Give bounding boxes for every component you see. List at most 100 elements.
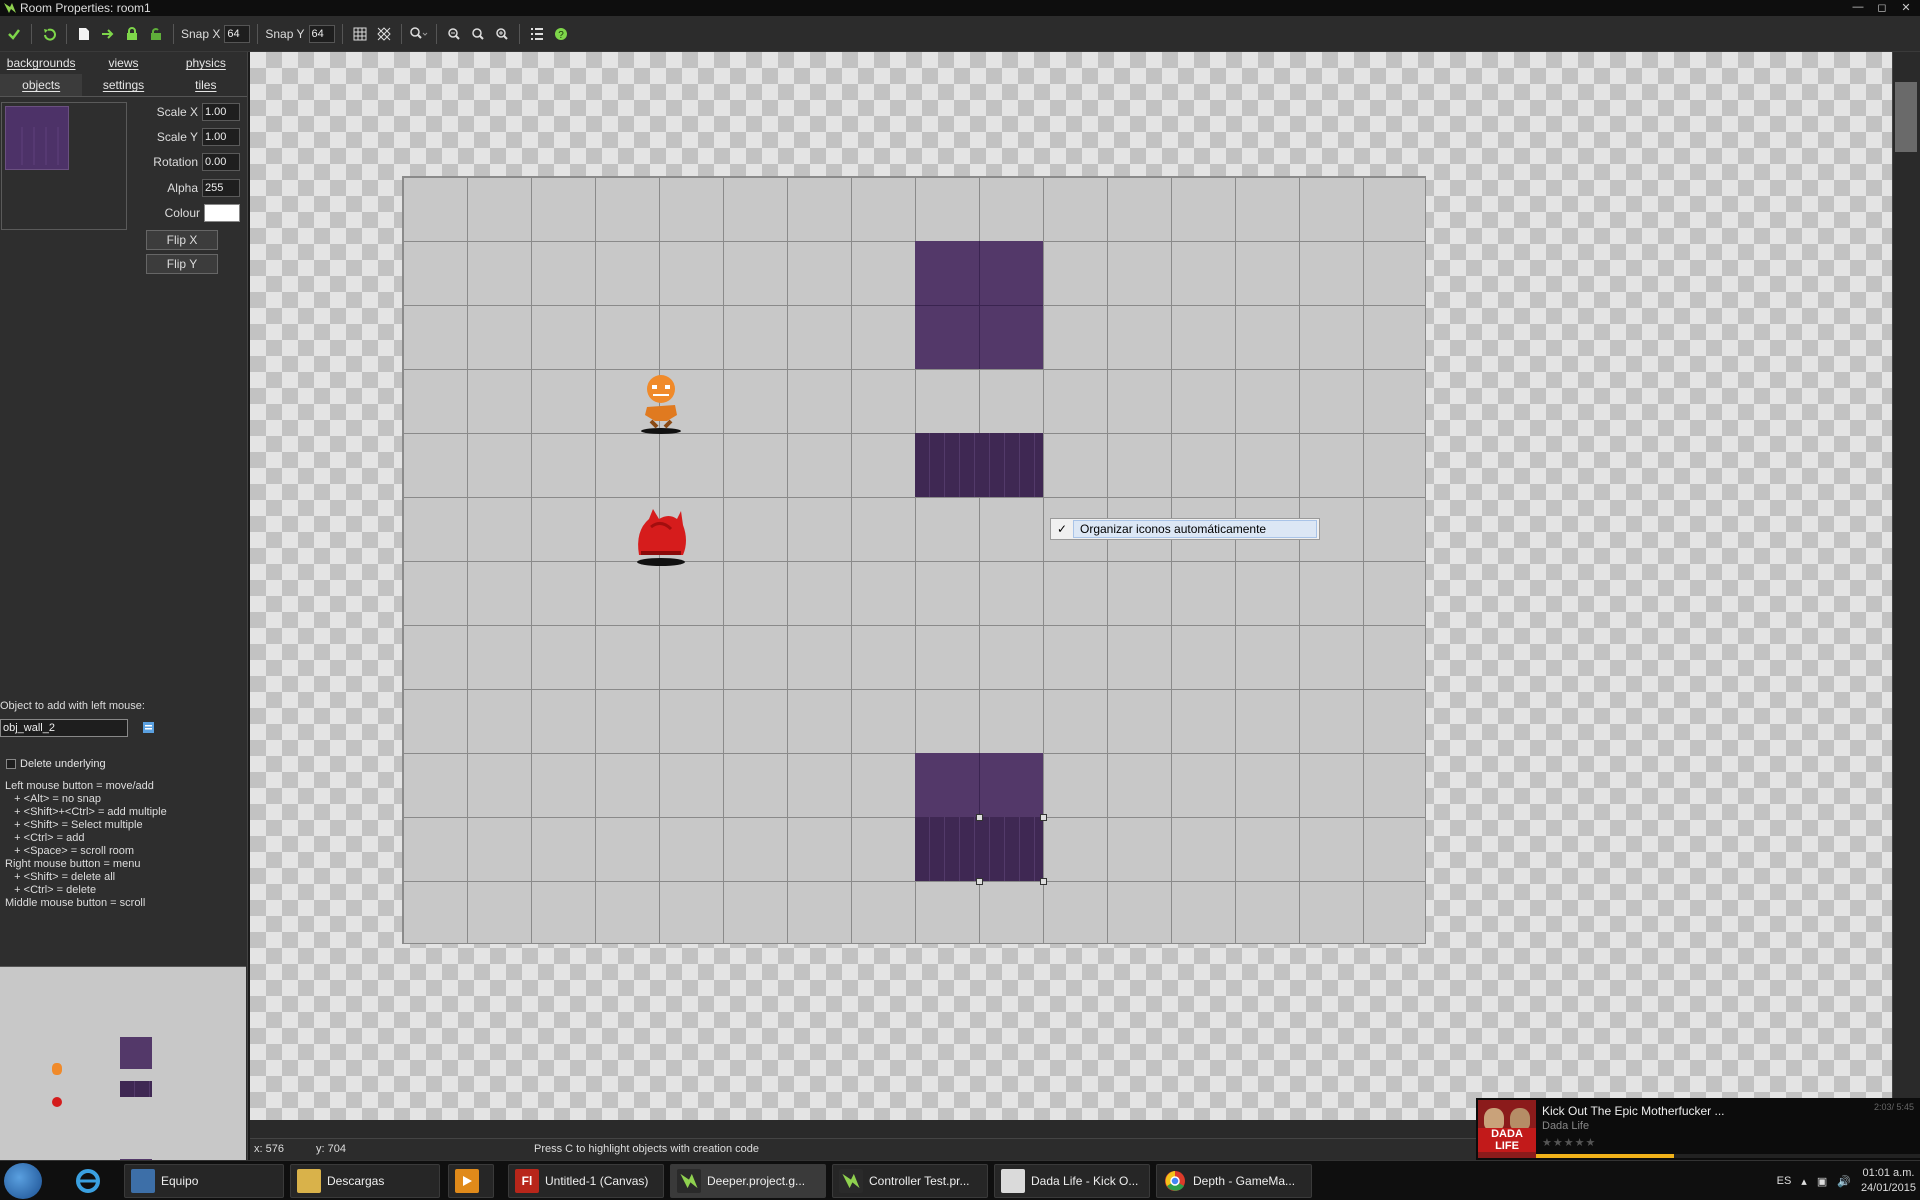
- room-minimap[interactable]: [0, 966, 246, 1191]
- maximize-button[interactable]: ◻: [1874, 0, 1890, 14]
- scale-x-label: Scale X: [156, 105, 198, 119]
- shift-instances-icon[interactable]: [98, 24, 118, 44]
- tab-settings[interactable]: settings: [82, 74, 164, 96]
- room-grid[interactable]: [402, 176, 1426, 944]
- scale-y-row: Scale Y 1.00: [130, 127, 240, 147]
- ok-check-icon[interactable]: [4, 24, 24, 44]
- scrollbar-thumb[interactable]: [1895, 82, 1917, 152]
- checkbox-box[interactable]: [6, 759, 16, 769]
- menu-item-auto-arrange[interactable]: Organizar iconos automáticamente: [1073, 520, 1317, 538]
- tray-expand-icon[interactable]: ▴: [1801, 1175, 1807, 1188]
- now-playing-widget[interactable]: DADA LIFE Kick Out The Epic Motherfucker…: [1476, 1098, 1920, 1160]
- object-selector-input[interactable]: obj_wall_2: [0, 719, 128, 737]
- minimize-button[interactable]: —: [1850, 0, 1866, 14]
- taskbar-item-chrome[interactable]: Depth - GameMa...: [1156, 1164, 1312, 1198]
- title-bar: Room Properties: room1 — ◻ ✕: [0, 0, 1920, 16]
- selection-handle[interactable]: [976, 814, 983, 821]
- colour-swatch[interactable]: [204, 204, 240, 222]
- taskbar-item-dada-life[interactable]: Dada Life - Kick O...: [994, 1164, 1150, 1198]
- enemy-sprite[interactable]: [633, 507, 689, 567]
- zoom-in-icon[interactable]: [492, 24, 512, 44]
- scale-y-input[interactable]: 1.00: [202, 128, 240, 146]
- clock[interactable]: 01:01 a.m. 24/01/2015: [1861, 1166, 1916, 1196]
- selection-handle[interactable]: [1040, 878, 1047, 885]
- zoom-out-icon[interactable]: [444, 24, 464, 44]
- tab-bar: backgrounds views physics objects settin…: [0, 52, 247, 97]
- taskbar-item-media-player[interactable]: [448, 1164, 494, 1198]
- selection-handle[interactable]: [1040, 814, 1047, 821]
- computer-icon: [131, 1169, 155, 1193]
- gamemaker-icon: [677, 1169, 701, 1193]
- zoom-dropdown-icon[interactable]: [409, 24, 429, 44]
- grid-toggle-icon[interactable]: [350, 24, 370, 44]
- minimap-wall: [120, 1081, 152, 1097]
- minimap-player: [52, 1063, 62, 1075]
- vertical-scrollbar[interactable]: [1892, 52, 1920, 1138]
- track-artist: Dada Life: [1542, 1120, 1590, 1132]
- toolbar-separator: [400, 23, 402, 44]
- scale-x-input[interactable]: 1.00: [202, 103, 240, 121]
- clock-time: 01:01 a.m.: [1862, 1167, 1915, 1179]
- snap-x-label: Snap X: [181, 26, 221, 41]
- selection-handle[interactable]: [976, 878, 983, 885]
- wall-2-instance-selected[interactable]: [915, 817, 1043, 881]
- alpha-input[interactable]: 255: [202, 179, 240, 197]
- clear-room-icon[interactable]: [74, 24, 94, 44]
- toolbar-separator: [518, 23, 520, 44]
- tab-tiles[interactable]: tiles: [165, 74, 247, 96]
- scale-y-label: Scale Y: [156, 130, 198, 144]
- snap-x-input[interactable]: 64: [224, 24, 251, 43]
- ie-icon[interactable]: [74, 1167, 102, 1195]
- language-indicator[interactable]: ES: [1777, 1175, 1792, 1187]
- instance-list-icon[interactable]: [527, 24, 547, 44]
- flip-y-button[interactable]: Flip Y: [146, 254, 218, 274]
- taskbar-item-controller-test[interactable]: Controller Test.pr...: [832, 1164, 988, 1198]
- object-browse-icon[interactable]: [141, 720, 157, 736]
- help-icon[interactable]: ?: [551, 24, 571, 44]
- wall-divider: [979, 753, 980, 817]
- help-line: + <Alt> = no snap: [5, 793, 102, 805]
- album-art-logo: DADA LIFE: [1478, 1128, 1536, 1152]
- delete-underlying-checkbox[interactable]: Delete underlying: [6, 758, 106, 770]
- minimap-enemy: [52, 1097, 62, 1107]
- network-icon[interactable]: ▣: [1817, 1175, 1827, 1188]
- rotation-row: Rotation 0.00: [130, 152, 240, 172]
- tab-physics[interactable]: physics: [165, 52, 247, 74]
- taskbar-item-deeper[interactable]: Deeper.project.g...: [670, 1164, 826, 1198]
- taskbar-item-descargas[interactable]: Descargas: [290, 1164, 440, 1198]
- close-button[interactable]: ✕: [1898, 0, 1914, 14]
- media-player-icon: [455, 1169, 479, 1193]
- tab-views[interactable]: views: [82, 52, 164, 74]
- zoom-reset-icon[interactable]: [468, 24, 488, 44]
- lock-all-icon[interactable]: [122, 24, 142, 44]
- wall-divider: [915, 305, 1043, 306]
- track-progress[interactable]: [1536, 1154, 1920, 1158]
- isometric-grid-icon[interactable]: [374, 24, 394, 44]
- track-rating[interactable]: ★★★★★: [1542, 1136, 1596, 1149]
- taskbar-item-equipo[interactable]: Equipo: [124, 1164, 284, 1198]
- taskbar-item-flash[interactable]: Fl Untitled-1 (Canvas): [508, 1164, 664, 1198]
- left-panel: backgrounds views physics objects settin…: [0, 52, 248, 1191]
- album-art: DADA LIFE: [1478, 1100, 1536, 1158]
- rotation-input[interactable]: 0.00: [202, 153, 240, 171]
- minimap-wall: [120, 1037, 152, 1069]
- wall-2-instance[interactable]: [915, 433, 1043, 497]
- help-line: Middle mouse button = scroll: [5, 897, 146, 909]
- tab-backgrounds[interactable]: backgrounds: [0, 52, 82, 74]
- alpha-label: Alpha: [167, 181, 198, 195]
- taskbar-item-label: Depth - GameMa...: [1193, 1174, 1296, 1188]
- snap-y-input[interactable]: 64: [308, 24, 335, 43]
- player-sprite[interactable]: [637, 371, 685, 435]
- unlock-all-icon[interactable]: [146, 24, 166, 44]
- help-line: + <Ctrl> = add: [5, 832, 85, 844]
- context-menu: ✓ Organizar iconos automáticamente: [1050, 518, 1320, 540]
- object-sprite-thumbnail: [5, 106, 69, 170]
- volume-icon[interactable]: 🔊: [1837, 1175, 1851, 1188]
- cursor-x: x: 576: [254, 1143, 284, 1155]
- tab-objects[interactable]: objects: [0, 74, 83, 96]
- undo-icon[interactable]: [39, 24, 59, 44]
- object-to-add-label: Object to add with left mouse:: [0, 700, 145, 712]
- room-canvas[interactable]: ✓ Organizar iconos automáticamente: [250, 52, 1892, 1138]
- flip-x-button[interactable]: Flip X: [146, 230, 218, 250]
- start-button[interactable]: [4, 1163, 42, 1199]
